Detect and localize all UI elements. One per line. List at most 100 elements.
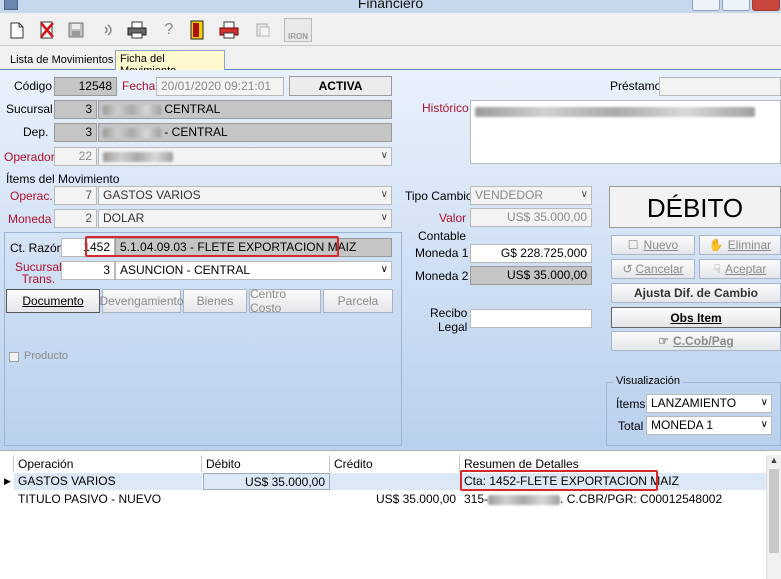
redacted-text <box>488 494 561 505</box>
dep-num-field: 3 <box>54 123 97 142</box>
audio-icon[interactable] <box>98 19 120 41</box>
recibo-legal-field[interactable] <box>470 309 592 328</box>
historico-textarea[interactable] <box>470 100 781 164</box>
vertical-scrollbar[interactable]: ▲ <box>766 455 781 579</box>
valor-label: Valor <box>439 211 467 225</box>
subtab-documento-label: Documento <box>22 294 84 308</box>
tab-ficha-movimiento[interactable]: Ficha del Movimiento <box>115 50 225 77</box>
table-cell-credito[interactable]: US$ 35.000,00 <box>330 491 460 508</box>
historico-label: Histórico <box>422 101 469 115</box>
row-indicator-header <box>4 455 14 472</box>
scroll-thumb[interactable] <box>769 469 779 553</box>
sucursal-trans-label-line2: Trans. <box>21 272 56 286</box>
debito-indicator: DÉBITO <box>609 186 781 228</box>
help-icon[interactable]: ? <box>158 19 180 41</box>
eliminar-button[interactable]: ✋ Eliminar <box>699 235 781 255</box>
moneda2-label: Moneda 2 <box>415 269 469 283</box>
subtab-documento[interactable]: Documento <box>6 289 100 313</box>
table-cell-operacion[interactable]: TITULO PASIVO - NUEVO <box>14 491 202 508</box>
subtab-centro-costo-label: Centro Costo <box>250 287 287 315</box>
moneda1-label: Moneda 1 <box>415 246 469 260</box>
dep-name-field: - CENTRAL <box>98 123 392 142</box>
current-row-arrow-icon: ▶ <box>4 476 11 486</box>
redacted-text <box>103 151 173 162</box>
nuevo-label: Nuevo <box>643 238 679 252</box>
aceptar-button[interactable]: ☟ Aceptar <box>699 259 781 279</box>
col-credito[interactable]: Crédito <box>330 455 460 472</box>
subtab-bienes[interactable]: Bienes <box>183 289 247 313</box>
items-view-select[interactable]: LANZAMIENTO ∨ <box>646 394 772 413</box>
prestamo-field[interactable] <box>659 77 781 96</box>
table-cell-resumen[interactable]: 315- . C.CBR/PGR: C00012548002 <box>460 491 766 508</box>
iron-icon[interactable]: IRON <box>284 18 312 42</box>
exit-icon[interactable] <box>186 19 208 41</box>
eliminar-label: Eliminar <box>727 238 772 252</box>
subtab-devengamiento-label: Devengamiento <box>99 294 184 308</box>
chevron-down-icon: ∨ <box>760 397 768 408</box>
subtab-parcela[interactable]: Parcela <box>323 289 393 313</box>
redacted-text <box>103 104 161 115</box>
sucursal-trans-select[interactable]: ASUNCION - CENTRAL ∨ <box>115 261 392 280</box>
close-button[interactable] <box>752 0 780 11</box>
moneda-num-field[interactable]: 2 <box>54 209 97 228</box>
print-red-icon[interactable] <box>218 19 240 41</box>
dep-name: - CENTRAL <box>164 125 228 139</box>
total-view-select[interactable]: MONEDA 1 ∨ <box>646 416 772 435</box>
tab-lista-movimientos[interactable]: Lista de Movimientos <box>6 52 117 70</box>
table-cell-operacion[interactable]: GASTOS VARIOS <box>14 473 202 490</box>
table-cell-debito[interactable]: US$ 35.000,00 <box>203 473 330 490</box>
cancelar-label: Cancelar <box>635 262 684 276</box>
cancel-icon: ↺ <box>622 262 633 276</box>
operador-label: Operador <box>4 150 55 164</box>
table-cell-debito[interactable] <box>202 491 330 508</box>
save-icon[interactable] <box>65 19 87 41</box>
maximize-button[interactable] <box>722 0 750 11</box>
delete-icon[interactable] <box>36 19 58 41</box>
operac-num-field[interactable]: 7 <box>54 186 97 205</box>
resumen-suffix: . C.CBR/PGR: C00012548002 <box>560 492 723 506</box>
prestamo-label: Préstamo <box>610 79 662 93</box>
fecha-field: 20/01/2020 09:21:01 <box>156 77 284 96</box>
col-debito[interactable]: Débito <box>202 455 330 472</box>
operac-value: GASTOS VARIOS <box>103 188 201 202</box>
print-icon[interactable] <box>126 19 148 41</box>
delete-hand-icon: ✋ <box>708 238 724 252</box>
producto-checkbox[interactable] <box>9 352 19 362</box>
ajusta-dif-cambio-button[interactable]: Ajusta Dif. de Cambio <box>611 283 781 303</box>
nuevo-button[interactable]: ☐ Nuevo <box>611 235 695 255</box>
scroll-up-icon[interactable]: ▲ <box>767 455 781 465</box>
table-cell-credito[interactable] <box>330 473 460 490</box>
operac-select[interactable]: GASTOS VARIOS ∨ <box>98 186 392 205</box>
tipo-cambio-select[interactable]: VENDEDOR ∨ <box>470 186 592 205</box>
chevron-down-icon: ∨ <box>380 189 388 200</box>
movements-grid: Operación Débito Crédito Resumen de Deta… <box>0 450 781 579</box>
items-view-value: LANZAMIENTO <box>651 396 737 410</box>
visualizacion-group <box>606 382 781 446</box>
minimize-button[interactable] <box>692 0 720 11</box>
chevron-down-icon: ∨ <box>380 212 388 223</box>
subtab-centro-costo[interactable]: Centro Costo <box>249 287 321 315</box>
dep-label: Dep. <box>23 125 49 139</box>
iron-label: IRON <box>284 18 312 42</box>
subtab-devengamiento[interactable]: Devengamiento <box>99 289 184 313</box>
resumen-prefix: 315- <box>464 492 489 506</box>
copy-icon[interactable] <box>252 19 274 41</box>
new-icon: ☐ <box>627 238 639 252</box>
ccob-pag-button[interactable]: ☞ C.Cob/Pag <box>611 331 781 351</box>
col-operacion[interactable]: Operación <box>14 455 202 472</box>
obs-item-button[interactable]: Obs Item <box>611 307 781 328</box>
producto-label: Producto <box>24 350 69 362</box>
operador-select[interactable]: ∨ <box>98 147 392 166</box>
sucursal-num-field: 3 <box>54 100 97 119</box>
sucursal-trans-label: Sucursal Trans. <box>15 261 62 285</box>
recibo-label-line2: Legal <box>437 320 468 334</box>
highlight-box <box>85 236 339 257</box>
new-doc-icon[interactable] <box>6 19 28 41</box>
items-section-label: Ítems del Movimiento <box>6 172 120 186</box>
fecha-label: Fecha <box>122 79 156 93</box>
cancelar-button[interactable]: ↺ Cancelar <box>611 259 695 279</box>
sucursal-trans-num-field[interactable]: 3 <box>61 261 115 280</box>
moneda-select[interactable]: DOLAR ∨ <box>98 209 392 228</box>
operador-num-field[interactable]: 22 <box>54 147 97 166</box>
valor-field[interactable]: US$ 35.000,00 <box>470 208 592 227</box>
